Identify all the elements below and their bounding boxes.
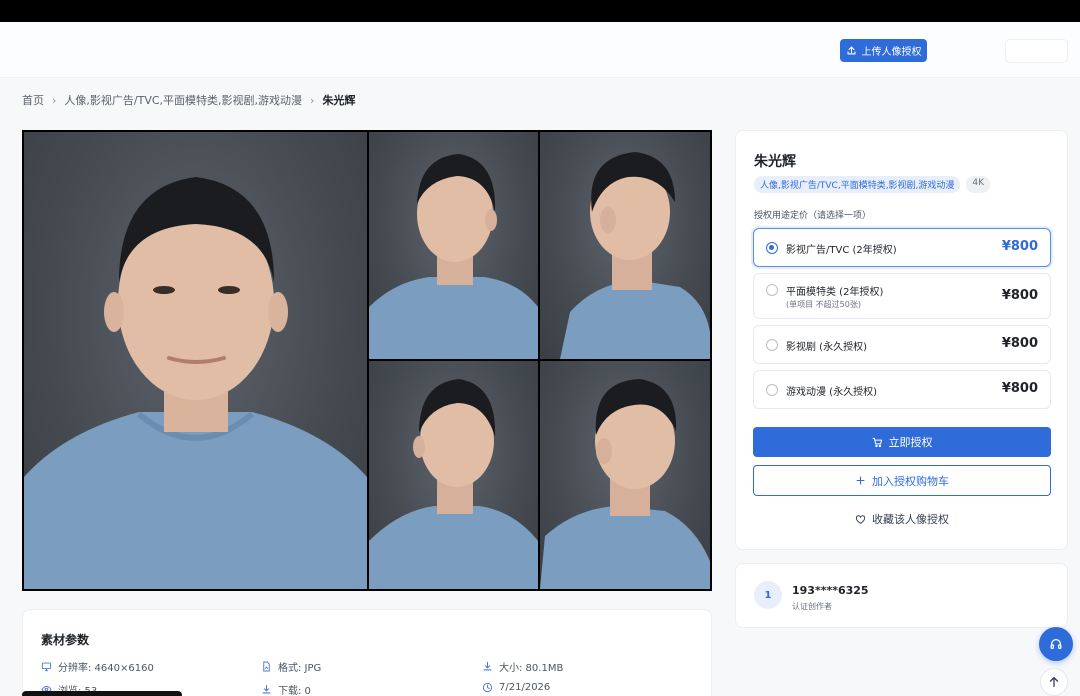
photo-gallery — [22, 130, 712, 591]
cart-icon — [872, 437, 882, 447]
option-label: 影视剧 (永久授权) — [786, 342, 867, 353]
option-price: ¥800 — [1001, 381, 1038, 396]
buy-now-button[interactable]: 立即授权 — [753, 427, 1051, 457]
purchase-panel: 朱光辉 人像,影视广告/TVC,平面模特类,影视剧,游戏动漫 4K 授权用途定价… — [735, 130, 1068, 550]
heart-icon — [855, 514, 866, 524]
option-sublabel: (单项目 不超过50张) — [786, 300, 861, 309]
param-date: 7/21/2026 — [482, 682, 550, 693]
breadcrumb-category[interactable]: 人像,影视广告/TVC,平面模特类,影视剧,游戏动漫 — [64, 92, 302, 108]
portrait-three-quarter-image — [369, 154, 538, 359]
breadcrumb-home[interactable]: 首页 — [22, 92, 44, 108]
portrait-tags: 人像,影视广告/TVC,平面模特类,影视剧,游戏动漫 4K — [754, 176, 991, 193]
monitor-icon — [41, 662, 52, 672]
creator-name: 193****6325 — [792, 584, 869, 597]
headset-icon — [1050, 638, 1062, 650]
option-label: 平面模特类 (2年授权) — [786, 287, 884, 298]
plus-icon — [856, 476, 865, 485]
buy-now-label: 立即授权 — [888, 436, 933, 449]
download-icon — [483, 661, 492, 671]
navbar: 上传人像授权 — [0, 22, 1080, 78]
option-price: ¥800 — [1001, 336, 1038, 351]
gallery-photo-three-quarter-low[interactable] — [369, 361, 538, 589]
resolution-tag: 4K — [966, 176, 991, 193]
portrait-profile-image — [560, 152, 710, 359]
portrait-profile-low-image — [540, 379, 710, 589]
customer-support-button[interactable] — [1039, 627, 1073, 661]
chevron-right-icon: › — [310, 93, 315, 107]
gallery-photo-profile-low[interactable] — [540, 361, 710, 589]
asset-parameters-card: 素材参数 分辨率: 4640×6160 格式: JPG 大小: 80.1MB 浏… — [22, 609, 712, 696]
portrait-front-image — [24, 177, 367, 589]
clock-icon — [482, 682, 493, 693]
param-resolution: 分辨率: 4640×6160 — [41, 659, 154, 674]
param-size: 大小: 80.1MB — [482, 659, 563, 674]
option-film-tv[interactable]: 影视剧 (永久授权) ¥800 — [753, 325, 1051, 364]
upload-portrait-label: 上传人像授权 — [861, 47, 922, 58]
creator-role: 认证创作者 — [792, 602, 832, 611]
add-to-cart-label: 加入授权购物车 — [872, 474, 949, 488]
back-to-top-button[interactable] — [1040, 668, 1068, 696]
radio-button-selected[interactable] — [766, 242, 778, 254]
param-downloads: 下载: 0 — [261, 682, 311, 696]
chevron-right-icon: › — [52, 93, 57, 107]
category-tag: 人像,影视广告/TVC,平面模特类,影视剧,游戏动漫 — [754, 176, 961, 193]
price-section-label: 授权用途定价（请选择一项） — [754, 211, 872, 221]
radio-button[interactable] — [766, 384, 778, 396]
file-image-icon — [263, 661, 270, 672]
creator-card[interactable]: 1 193****6325 认证创作者 — [735, 563, 1068, 628]
gallery-photo-three-quarter[interactable] — [369, 132, 538, 359]
option-game-anime[interactable]: 游戏动漫 (永久授权) ¥800 — [753, 370, 1051, 409]
favorite-button[interactable]: 收藏该人像授权 — [753, 507, 1051, 531]
gallery-photo-profile[interactable] — [540, 132, 710, 359]
params-title: 素材参数 — [41, 633, 90, 647]
breadcrumb-current: 朱光辉 — [322, 94, 356, 107]
radio-button[interactable] — [766, 284, 778, 296]
option-print-model[interactable]: 平面模特类 (2年授权) (单项目 不超过50张) ¥800 — [753, 273, 1051, 319]
download-icon — [262, 684, 271, 694]
top-black-bar — [0, 0, 1080, 22]
nav-user-button[interactable] — [1005, 39, 1068, 63]
option-tvc[interactable]: 影视广告/TVC (2年授权) ¥800 — [753, 228, 1051, 267]
upload-icon — [847, 46, 855, 55]
radio-button[interactable] — [766, 339, 778, 351]
add-to-cart-button[interactable]: 加入授权购物车 — [753, 465, 1051, 496]
option-label: 游戏动漫 (永久授权) — [786, 387, 877, 398]
breadcrumb: 首页 › 人像,影视广告/TVC,平面模特类,影视剧,游戏动漫 › 朱光辉 — [22, 92, 355, 108]
option-price: ¥800 — [1001, 288, 1038, 303]
upload-portrait-button[interactable]: 上传人像授权 — [840, 39, 927, 62]
avatar: 1 — [754, 581, 782, 609]
param-format: 格式: JPG — [261, 659, 321, 674]
favorite-label: 收藏该人像授权 — [872, 513, 949, 526]
option-label: 影视广告/TVC (2年授权) — [786, 245, 897, 256]
arrow-up-icon — [1049, 676, 1059, 688]
portrait-three-quarter-low-image — [369, 379, 538, 589]
option-price: ¥800 — [1001, 239, 1038, 254]
bottom-bar — [22, 691, 182, 696]
portrait-name: 朱光辉 — [754, 154, 796, 170]
gallery-photo-front[interactable] — [24, 132, 367, 589]
